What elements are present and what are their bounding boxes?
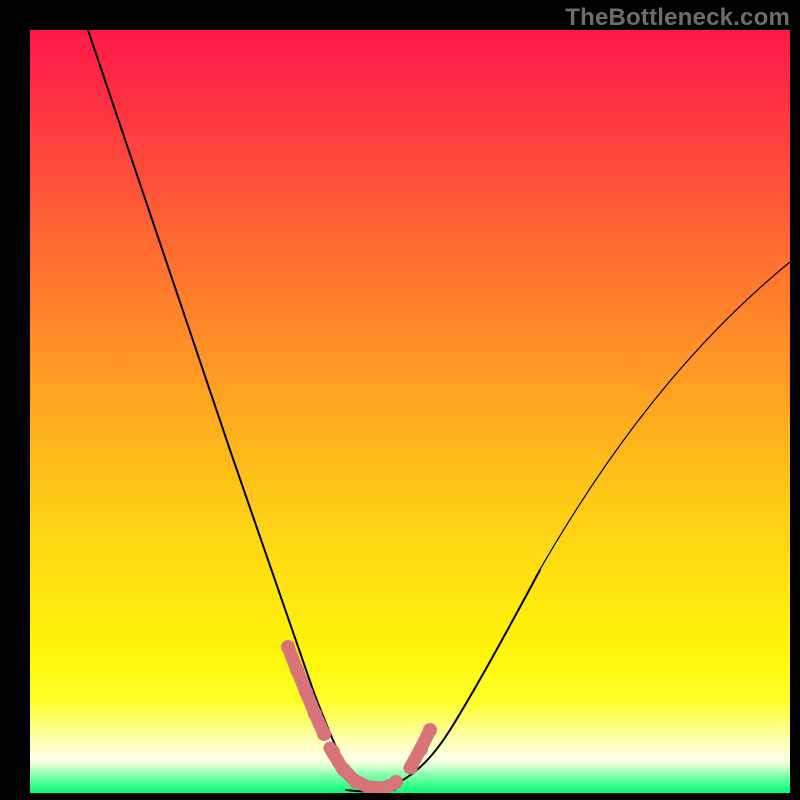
curve-right-limb-lower [375,570,540,790]
marker-dot [326,745,340,759]
chart-svg [30,30,790,793]
marker-dot [299,685,313,699]
marker-dot [337,763,351,777]
marker-dot [389,775,403,789]
marker-dot [317,727,331,741]
marker-dot [281,640,295,654]
marker-dot [423,723,437,737]
marker-dot [308,707,322,721]
marker-dot [349,775,363,789]
chart-frame: TheBottleneck.com [0,0,800,800]
curve-right-limb-upper [535,262,790,578]
watermark-text: TheBottleneck.com [565,4,790,32]
marker-dot [414,742,428,756]
marker-dot [290,663,304,677]
curve-left-limb [88,30,368,790]
marker-dot [404,760,418,774]
